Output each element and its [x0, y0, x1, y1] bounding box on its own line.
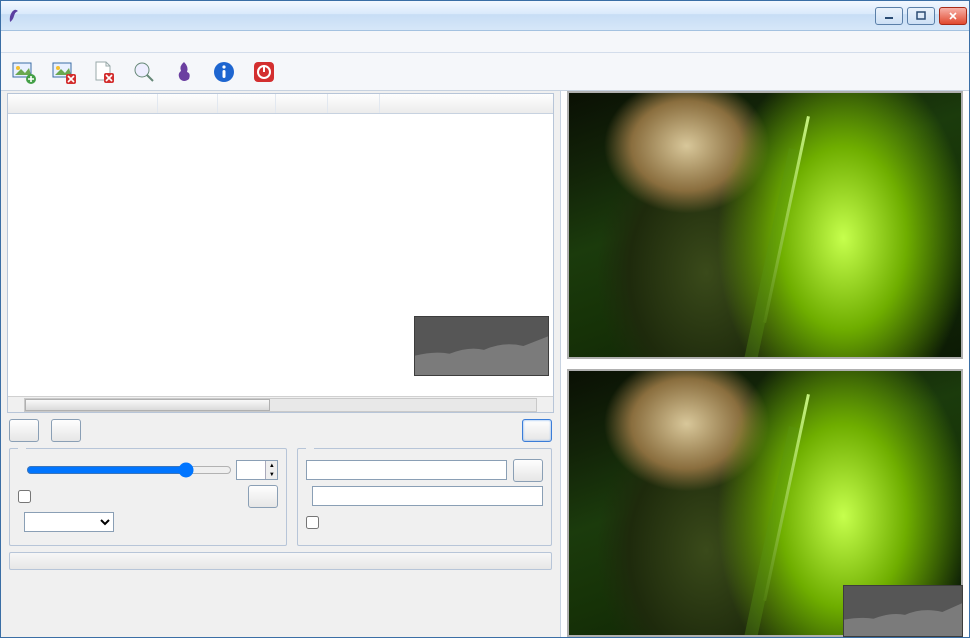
toolbar	[1, 53, 969, 91]
remove-button[interactable]	[51, 419, 81, 442]
preview-original	[567, 91, 963, 359]
col-path[interactable]	[380, 94, 553, 113]
remove-picture-icon[interactable]	[47, 56, 81, 88]
left-pane: ▲▼	[1, 91, 561, 637]
format-combo[interactable]	[24, 512, 114, 532]
spin-down-icon[interactable]: ▼	[265, 470, 277, 479]
menu-actions[interactable]	[53, 40, 73, 44]
page-remove-icon[interactable]	[87, 56, 121, 88]
add-button[interactable]	[9, 419, 39, 442]
maximize-button[interactable]	[907, 7, 935, 25]
window-controls	[875, 7, 967, 25]
add-picture-icon[interactable]	[7, 56, 41, 88]
power-icon[interactable]	[247, 56, 281, 88]
same-quality-checkbox[interactable]	[18, 490, 242, 503]
body: ▲▼	[1, 91, 969, 637]
histogram-thumbnail	[414, 316, 549, 376]
col-size[interactable]	[158, 94, 218, 113]
browse-button[interactable]	[513, 459, 543, 482]
menubar	[1, 31, 969, 53]
app-icon	[7, 8, 23, 24]
progress-bar	[9, 552, 552, 570]
col-newsize[interactable]	[218, 94, 276, 113]
quality-value-input[interactable]	[237, 461, 265, 479]
app-window: ▲▼	[0, 0, 970, 638]
set-quality-button[interactable]	[248, 485, 278, 508]
quality-slider[interactable]	[24, 460, 230, 481]
histogram-overlay	[843, 585, 963, 637]
minimize-button[interactable]	[875, 7, 903, 25]
table-header	[8, 94, 553, 114]
menu-file[interactable]	[9, 40, 29, 44]
menu-help[interactable]	[97, 40, 117, 44]
suffix-input[interactable]	[312, 486, 543, 506]
col-ratio[interactable]	[276, 94, 328, 113]
option-group: ▲▼	[9, 448, 287, 546]
quality-spinbox[interactable]: ▲▼	[236, 460, 278, 480]
preview-button[interactable]	[522, 419, 552, 442]
same-dir-checkbox[interactable]	[306, 516, 323, 529]
spin-up-icon[interactable]: ▲	[265, 461, 277, 470]
magnifier-icon[interactable]	[127, 56, 161, 88]
col-name[interactable]	[8, 94, 158, 113]
table-body[interactable]	[8, 114, 553, 396]
right-pane	[561, 91, 969, 637]
titlebar	[1, 1, 969, 31]
menu-list[interactable]	[31, 40, 51, 44]
info-icon[interactable]	[207, 56, 241, 88]
output-path-input[interactable]	[306, 460, 507, 480]
col-quality[interactable]	[328, 94, 380, 113]
close-button[interactable]	[939, 7, 967, 25]
horizontal-scrollbar[interactable]	[8, 396, 553, 412]
options-row: ▲▼	[1, 448, 560, 546]
preview-original-image	[569, 93, 961, 357]
file-table	[7, 93, 554, 413]
output-group	[297, 448, 552, 546]
list-buttons	[1, 417, 560, 448]
flame-icon[interactable]	[167, 56, 201, 88]
menu-view[interactable]	[75, 40, 95, 44]
